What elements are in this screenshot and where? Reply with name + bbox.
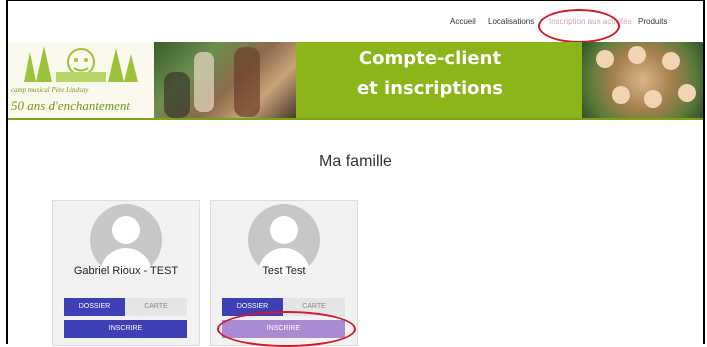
banner-title-line1: Compte-client [358,48,502,69]
musicians-photo [154,42,296,118]
nav-accueil[interactable]: Accueil [450,17,476,26]
inscrire-button[interactable]: INSCRIRE [222,320,345,338]
dossier-button[interactable]: DOSSIER [64,298,125,316]
member-card: Gabriel Rioux - TEST DOSSIER CARTE INSCR… [52,200,200,346]
camp-logo[interactable]: camp musical Père Lindsay 50 ans d'encha… [8,42,154,118]
nav-inscription-activites[interactable]: Inscription aux activités [549,17,632,26]
campers-photo [582,42,703,118]
carte-button[interactable]: CARTE [283,298,345,316]
dossier-button[interactable]: DOSSIER [222,298,283,316]
page-title: Ma famille [319,153,392,170]
member-name: Gabriel Rioux - TEST [73,265,179,277]
carte-button[interactable]: CARTE [125,298,187,316]
banner-title-line2: et inscriptions [356,78,504,99]
page-frame: Accueil Localisations Inscription aux ac… [6,0,705,347]
inscrire-button[interactable]: INSCRIRE [64,320,187,338]
header-banner: camp musical Père Lindsay 50 ans d'encha… [8,42,703,120]
trees-logo-icon [24,46,138,82]
card-tabs: DOSSIER CARTE [64,298,187,316]
nav-produits[interactable]: Produits [638,17,667,26]
top-nav: Accueil Localisations Inscription aux ac… [8,13,703,35]
member-card: Test Test DOSSIER CARTE INSCRIRE [210,200,358,346]
logo-tagline: camp musical Père Lindsay [11,86,89,94]
card-tabs: DOSSIER CARTE [222,298,345,316]
logo-anniversary: 50 ans d'enchantement [11,98,131,113]
member-name: Test Test [262,265,306,277]
nav-localisations[interactable]: Localisations [488,17,534,26]
